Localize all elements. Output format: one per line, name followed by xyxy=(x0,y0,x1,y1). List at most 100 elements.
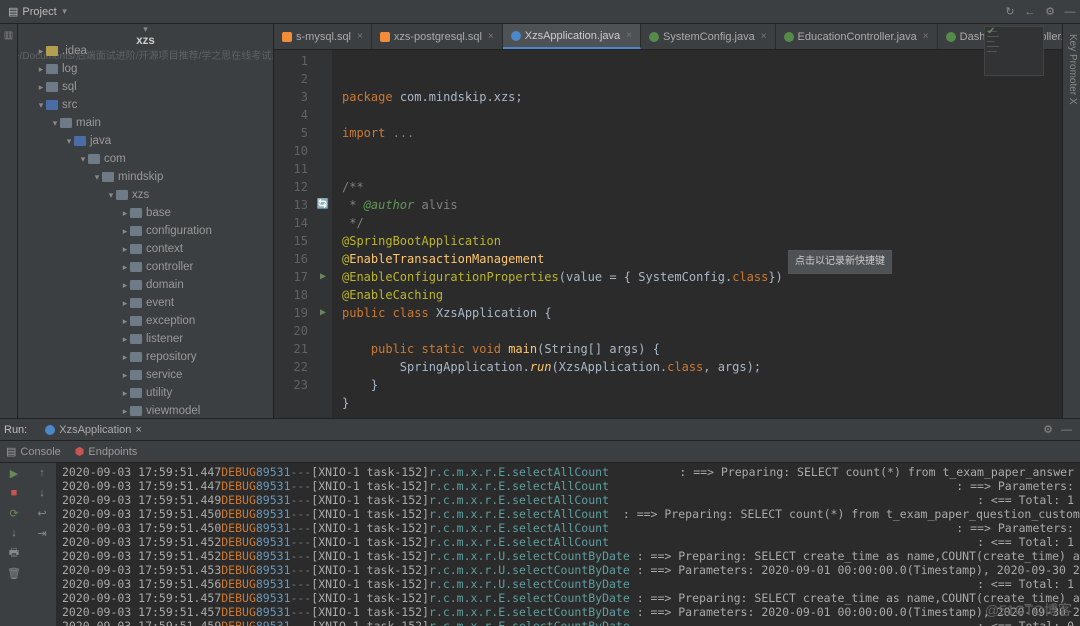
sync-icon[interactable]: ↻ xyxy=(1000,2,1020,22)
log-line: 2020-09-03 17:59:51.453 DEBUG 89531 --- … xyxy=(62,563,1074,577)
folder-icon xyxy=(130,316,142,326)
log-line: 2020-09-03 17:59:51.459 DEBUG 89531 --- … xyxy=(62,619,1074,626)
close-icon[interactable]: × xyxy=(923,31,929,42)
tab-label: xzs-postgresql.sql xyxy=(394,31,482,43)
editor-tab[interactable]: s-mysql.sql× xyxy=(274,24,372,49)
minimap[interactable]: ✔━━━━━━━━━━━━━━━━━━━━━ xyxy=(984,26,1044,76)
log-line: 2020-09-03 17:59:51.457 DEBUG 89531 --- … xyxy=(62,605,1074,619)
back-icon[interactable]: ← xyxy=(1020,2,1040,22)
run-label: Run: xyxy=(4,424,27,436)
tree-node[interactable]: ▾src xyxy=(18,96,273,114)
tree-node[interactable]: ▸service xyxy=(18,366,273,384)
rerun-icon[interactable]: ▶ xyxy=(5,465,23,481)
left-rail: ▥ xyxy=(0,24,18,418)
folder-icon xyxy=(130,406,142,416)
right-rail: Key Promoter XAntDatabaseCodotazoolyticM… xyxy=(1062,24,1080,418)
project-sidebar: ▾xzs~/Documents/后端面试进阶/开源项目推荐/学之思在线考试系▸.… xyxy=(18,24,274,418)
tree-node[interactable]: ▸base xyxy=(18,204,273,222)
folder-icon xyxy=(46,64,58,74)
settings-icon[interactable]: ⚙ xyxy=(1039,423,1057,436)
console-output[interactable]: 2020-09-03 17:59:51.447 DEBUG 89531 --- … xyxy=(56,463,1080,626)
minimize-icon[interactable]: — xyxy=(1060,2,1080,22)
print-icon[interactable]: 🖶 xyxy=(5,545,23,561)
editor-tabs: s-mysql.sql×xzs-postgresql.sql×XzsApplic… xyxy=(274,24,1062,50)
close-icon[interactable]: × xyxy=(135,424,141,436)
check-icon: ✔ xyxy=(987,29,995,34)
file-icon xyxy=(946,32,956,42)
restart-icon[interactable]: ⟳ xyxy=(5,505,23,521)
log-line: 2020-09-03 17:59:51.457 DEBUG 89531 --- … xyxy=(62,591,1074,605)
tree-node[interactable]: ▾xzs xyxy=(18,186,273,204)
tree-node[interactable]: ▸sql xyxy=(18,78,273,96)
tree-node[interactable]: ▸domain xyxy=(18,276,273,294)
close-icon[interactable]: × xyxy=(626,30,632,41)
folder-icon xyxy=(130,208,142,218)
tree-root[interactable]: ▾xzs~/Documents/后端面试进阶/开源项目推荐/学之思在线考试系 xyxy=(18,24,273,42)
soft-wrap-icon[interactable]: ⇥ xyxy=(33,525,51,541)
down-icon[interactable]: ↓ xyxy=(33,485,51,501)
run-config-tab[interactable]: XzsApplication × xyxy=(37,422,150,438)
tool-window-tab[interactable]: Key Promoter X xyxy=(1065,28,1080,414)
tree-node[interactable]: ▾java xyxy=(18,132,273,150)
tree-node[interactable]: ▸viewmodel xyxy=(18,402,273,418)
keymap-hint: 点击以记录新快捷键 xyxy=(788,250,892,274)
tree-node[interactable]: ▾mindskip xyxy=(18,168,273,186)
tree-node[interactable]: ▸configuration xyxy=(18,222,273,240)
close-icon[interactable]: × xyxy=(488,31,494,42)
code-area[interactable]: package com.mindskip.xzs; import ... /**… xyxy=(332,50,1062,418)
console-icon: ▤ xyxy=(6,445,16,458)
endpoints-tab[interactable]: ⬢Endpoints xyxy=(75,445,138,458)
folder-icon xyxy=(60,118,72,128)
tree-node[interactable]: ▸context xyxy=(18,240,273,258)
run-side-toolbar-2: ↑ ↓ ↩ ⇥ xyxy=(28,463,56,626)
folder-icon xyxy=(130,226,142,236)
tree-node[interactable]: ▸event xyxy=(18,294,273,312)
close-icon[interactable]: × xyxy=(761,31,767,42)
tree-node[interactable]: ▸listener xyxy=(18,330,273,348)
editor-tab[interactable]: SystemConfig.java × xyxy=(641,24,776,49)
folder-icon xyxy=(74,136,86,146)
toolbar: ▤ Project ▼ ↻ ← ⚙ — xyxy=(0,0,1080,24)
tree-node[interactable]: ▾main xyxy=(18,114,273,132)
file-icon xyxy=(282,32,292,42)
folder-icon xyxy=(130,352,142,362)
project-dropdown[interactable]: ▤ Project ▼ xyxy=(0,5,75,18)
trash-icon[interactable]: 🗑 xyxy=(5,565,23,581)
close-icon[interactable]: × xyxy=(357,31,363,42)
editor: s-mysql.sql×xzs-postgresql.sql×XzsApplic… xyxy=(274,24,1062,418)
run-panel: Run: XzsApplication × ⚙ — ▤Console ⬢Endp… xyxy=(0,418,1080,626)
settings-icon[interactable]: ⚙ xyxy=(1040,2,1060,22)
watermark: @51CTO博客 xyxy=(985,600,1072,620)
file-icon xyxy=(511,31,521,41)
tree-node[interactable]: ▸controller xyxy=(18,258,273,276)
file-icon xyxy=(784,32,794,42)
tab-label: XzsApplication.java xyxy=(525,30,620,42)
log-line: 2020-09-03 17:59:51.452 DEBUG 89531 --- … xyxy=(62,549,1074,563)
editor-tab[interactable]: XzsApplication.java × xyxy=(503,24,641,49)
log-line: 2020-09-03 17:59:51.450 DEBUG 89531 --- … xyxy=(62,507,1074,521)
editor-tab[interactable]: EducationController.java × xyxy=(776,24,938,49)
folder-icon xyxy=(130,244,142,254)
folder-icon xyxy=(116,190,128,200)
tab-label: SystemConfig.java xyxy=(663,31,755,43)
wrap-icon[interactable]: ↩ xyxy=(33,505,51,521)
tree-node[interactable]: ▸exception xyxy=(18,312,273,330)
console-tab[interactable]: ▤Console xyxy=(6,445,61,458)
log-line: 2020-09-03 17:59:51.449 DEBUG 89531 --- … xyxy=(62,493,1074,507)
tree-node[interactable]: ▾com xyxy=(18,150,273,168)
tab-label: EducationController.java xyxy=(798,31,917,43)
structure-icon[interactable]: ▥ xyxy=(4,30,13,41)
tree-node[interactable]: ▸log xyxy=(18,60,273,78)
folder-icon xyxy=(130,298,142,308)
tree-node[interactable]: ▸utility xyxy=(18,384,273,402)
scroll-icon[interactable]: ↓ xyxy=(5,525,23,541)
line-numbers: 123451011121314151617181920212223 xyxy=(274,50,314,418)
stop-icon[interactable]: ■ xyxy=(5,485,23,501)
folder-icon xyxy=(130,280,142,290)
tree-node[interactable]: ▸repository xyxy=(18,348,273,366)
file-icon xyxy=(649,32,659,42)
folder-icon xyxy=(46,46,58,56)
editor-tab[interactable]: xzs-postgresql.sql × xyxy=(372,24,503,49)
up-icon[interactable]: ↑ xyxy=(33,465,51,481)
minimize-icon[interactable]: — xyxy=(1057,424,1076,436)
